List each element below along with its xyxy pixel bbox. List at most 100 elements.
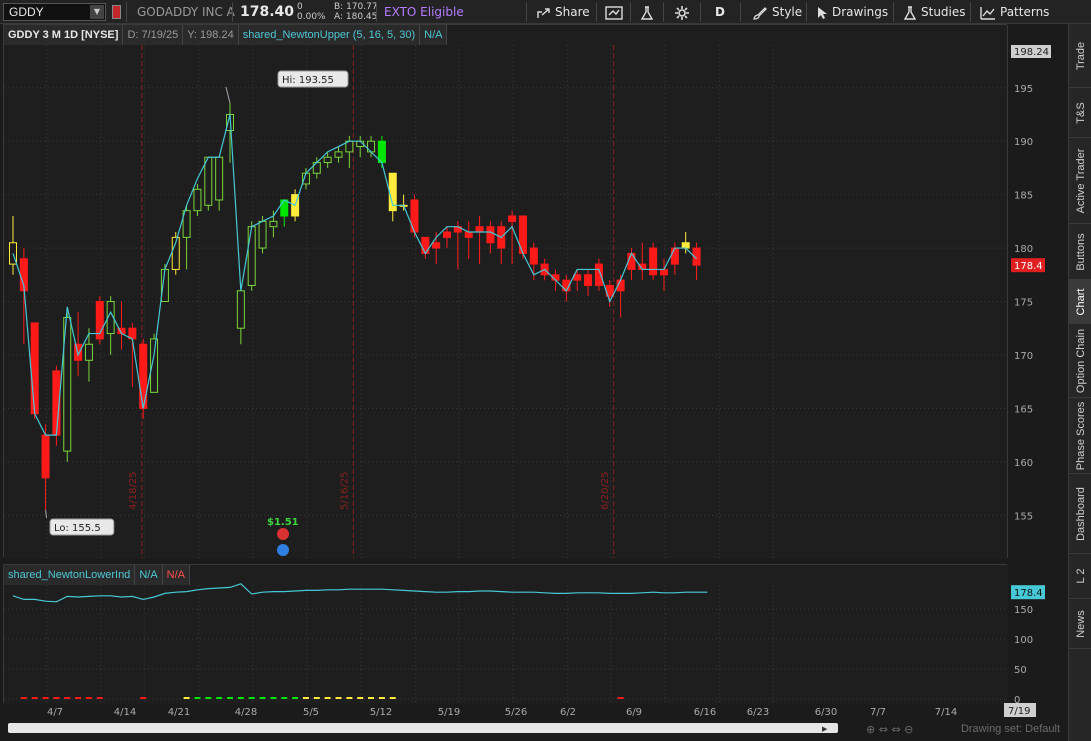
candle-body [443, 231, 451, 238]
y-tick-label: 190 [1014, 137, 1033, 148]
tab-label: L 2 [1074, 568, 1087, 584]
zoom-in-icon[interactable]: ⊕ [866, 723, 875, 736]
tab-label: Phase Scores [1074, 401, 1087, 470]
divider [740, 2, 741, 22]
x-tick-label: 6/9 [626, 707, 642, 718]
scroll-right-icon[interactable]: ▶ [822, 725, 827, 733]
exto-eligible[interactable]: EXTO Eligible [384, 0, 464, 24]
x-tick-label: 4/21 [168, 707, 190, 718]
signal-bar [357, 697, 364, 699]
symbol-input[interactable]: GDDY ▼ [3, 3, 106, 21]
tab-l-2[interactable]: L 2 [1069, 554, 1091, 599]
share-label: Share [555, 5, 590, 19]
patterns-button[interactable]: Patterns [980, 0, 1049, 24]
candle-body [84, 343, 93, 361]
signal-bar [31, 697, 38, 699]
signal-bar [335, 697, 342, 699]
cursor-date: D: 7/19/25 [123, 25, 184, 45]
chevron-down-icon[interactable]: ▼ [90, 5, 104, 19]
candle-body [236, 290, 245, 329]
studies-button[interactable]: Studies [903, 0, 966, 24]
x-tick-label: 6/2 [560, 707, 576, 718]
tab-chart[interactable]: Chart [1069, 280, 1091, 324]
flask-button[interactable] [640, 0, 658, 24]
dividend-label: $1.51 [267, 517, 299, 528]
candle-body [649, 247, 658, 276]
x-tick-label: 5/12 [370, 707, 392, 718]
tab-phase-scores[interactable]: Phase Scores [1069, 398, 1091, 474]
lower-study-name[interactable]: shared_NewtonLowerInd [4, 565, 136, 585]
price-chart[interactable]: 4/18/25 5/16/25 6/20/25 Hi: 193.55 Lo: 155.5… [4, 25, 1008, 558]
lower-study-header: shared_NewtonLowerInd N/A N/A [4, 565, 190, 585]
x-tick-label: 4/28 [235, 707, 257, 718]
signal-bar [64, 697, 71, 699]
y-tick-label: 170 [1014, 351, 1033, 362]
brush-icon [753, 6, 767, 20]
style-button[interactable]: Style [752, 0, 802, 24]
price-y-axis: 155 160 165 170 175 180 185 190 195 198.24 178.4 [1011, 45, 1051, 522]
share-button[interactable]: Share [537, 0, 590, 24]
zoom-fit-icon[interactable]: ⇔ [891, 723, 900, 736]
signal-bar [183, 697, 190, 699]
horizontal-scrollbar[interactable] [8, 723, 838, 733]
lower-study-panel[interactable]: shared_NewtonLowerInd N/A N/A 0 50 100 150 178… [3, 564, 1045, 704]
signal-bar [368, 697, 375, 699]
signal-bar [281, 697, 288, 699]
pan-icon[interactable]: ⇔ [879, 723, 888, 736]
chart-settings-button[interactable] [605, 0, 627, 24]
zoom-out-icon[interactable]: ⊖ [904, 723, 913, 736]
expiration-label: 5/16/25 [339, 471, 350, 510]
share-icon [537, 7, 550, 18]
zoom-controls[interactable]: ⊕ ⇔ ⇔ ⊖ [866, 723, 913, 736]
price-chart-panel[interactable]: 4/18/25 5/16/25 6/20/25 Hi: 193.55 Lo: 155.5… [3, 24, 1051, 558]
lower-study-chart[interactable] [4, 565, 1008, 704]
chart-icon [605, 5, 623, 20]
candle-body [247, 226, 256, 286]
flask-icon [640, 5, 654, 20]
x-axis: 4/7 4/14 4/21 4/28 5/5 5/12 5/19 5/26 6/2 6/9 6/16… [47, 703, 1036, 718]
upper-study-value: N/A [420, 25, 448, 45]
style-label: Style [772, 5, 803, 19]
symbol-text: GDDY [9, 5, 44, 19]
patterns-label: Patterns [1000, 5, 1050, 19]
tab-t-s[interactable]: T&S [1069, 88, 1091, 138]
y-tick-label: 185 [1014, 191, 1033, 202]
candle-body [258, 220, 267, 249]
signal-bar [617, 697, 624, 699]
divider [663, 2, 664, 22]
candle-body [280, 199, 289, 217]
studies-label: Studies [921, 5, 966, 19]
tab-buttons[interactable]: Buttons [1069, 224, 1091, 280]
drawing-set-label[interactable]: Drawing set: Default [961, 723, 1060, 735]
upper-study-name[interactable]: shared_NewtonUpper (5, 16, 5, 30) [239, 25, 421, 45]
pattern-icon [980, 6, 995, 20]
bottom-bar: ▶ ⊕ ⇔ ⇔ ⊖ Drawing set: Default [0, 721, 1068, 741]
signal-bar [270, 697, 277, 699]
candle-body [529, 247, 538, 265]
tab-trade[interactable]: Trade [1069, 24, 1091, 88]
x-tick-label: 7/7 [870, 707, 886, 718]
signal-bar [75, 697, 82, 699]
divider [126, 2, 127, 22]
bid-ask: B: 170.77 A: 180.45 [334, 0, 378, 24]
price-chart-header: GDDY 3 M 1D [NYSE] D: 7/19/25 Y: 198.24 sha… [4, 25, 448, 45]
divider [970, 2, 971, 22]
drawings-button[interactable]: Drawings [816, 0, 888, 24]
tab-news[interactable]: News [1069, 599, 1091, 649]
candle-body [41, 434, 50, 479]
x-tick-label: 6/16 [694, 707, 716, 718]
divider [376, 2, 377, 22]
earnings-icon [277, 544, 289, 556]
divider [526, 2, 527, 22]
settings-button[interactable] [675, 0, 693, 24]
tab-option-chain[interactable]: Option Chain [1069, 324, 1091, 398]
flag-icon[interactable] [112, 5, 121, 19]
candle-body [215, 156, 224, 201]
top-price-label: 198.24 [1014, 47, 1049, 58]
signal-bar [53, 697, 60, 699]
tab-active-trader[interactable]: Active Trader [1069, 138, 1091, 224]
divider [596, 2, 597, 22]
tab-dashboard[interactable]: Dashboard [1069, 474, 1091, 554]
lower-y-tick-label: 150 [1014, 605, 1033, 616]
period-button[interactable]: D [715, 0, 725, 24]
